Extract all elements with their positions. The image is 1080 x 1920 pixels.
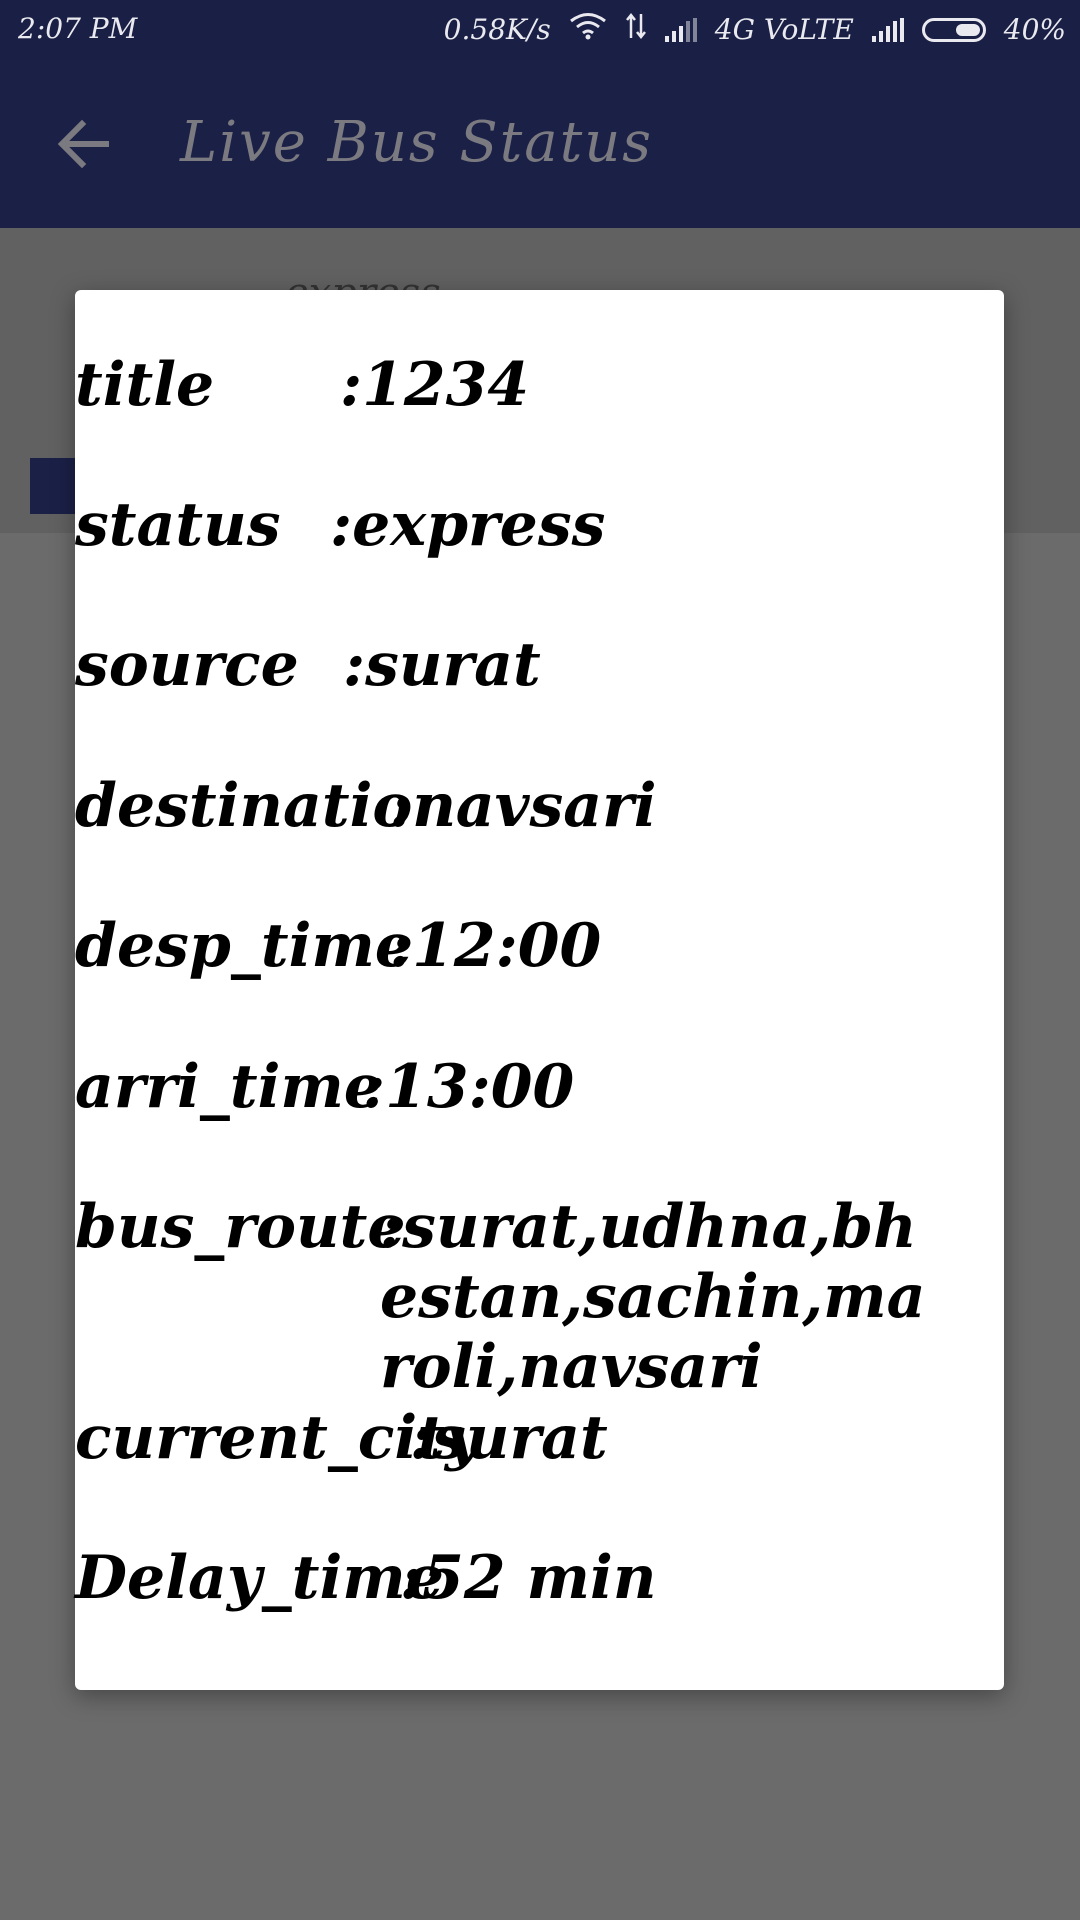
row-value: :surat,udhna,bhestan,sachin,maroli,navsa… [380, 1192, 926, 1402]
screen: 2:07 PM 0.58K/s 4G VoLTE 40% Live Bus St… [0, 0, 1080, 1920]
row-label: bus_route [75, 1192, 406, 1262]
row-label: arri_time [75, 1052, 383, 1122]
row-value: :express [330, 490, 606, 560]
status-bar: 2:07 PM 0.58K/s 4G VoLTE 40% [0, 0, 1080, 60]
row-value: :1234 [340, 350, 530, 420]
row-value: :52 min [400, 1543, 657, 1613]
app-bar: Live Bus Status [0, 60, 1080, 228]
arrow-left-icon[interactable] [52, 112, 116, 176]
status-icons: 0.58K/s 4G VoLTE 40% [444, 12, 1066, 47]
page-title: Live Bus Status [180, 110, 653, 175]
row-label: Delay_time [75, 1543, 444, 1613]
signal-icon-2 [871, 17, 904, 42]
row-label: title [75, 350, 215, 420]
bus-status-dialog: title :1234 status :express source :sura… [75, 290, 1004, 1690]
row-value: :surat [410, 1403, 608, 1473]
row-label: source [75, 630, 299, 700]
signal-icon [664, 17, 697, 42]
wifi-icon [569, 12, 607, 47]
row-value: :surat [343, 630, 541, 700]
network-speed: 0.58K/s [443, 13, 551, 46]
status-time: 2:07 PM [18, 12, 138, 45]
data-transfer-icon [625, 12, 647, 47]
row-value: :13:00 [363, 1052, 575, 1122]
row-label: status [75, 490, 281, 560]
row-value: :navsari [390, 771, 657, 841]
battery-level: 40% [1003, 13, 1066, 46]
network-type: 4G VoLTE [714, 13, 854, 46]
battery-icon [921, 17, 986, 42]
row-value: :12:00 [390, 911, 602, 981]
row-label: desp_time [75, 911, 414, 981]
